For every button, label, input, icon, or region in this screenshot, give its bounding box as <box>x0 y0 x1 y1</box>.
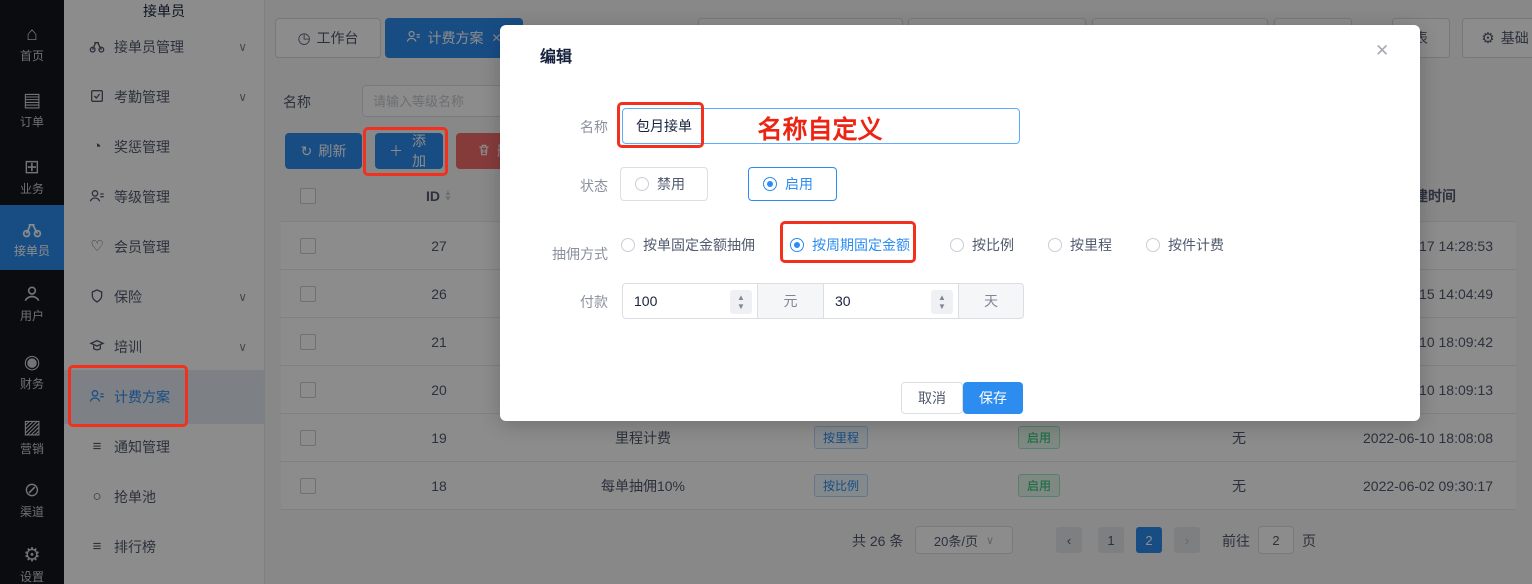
name-label: 名称 <box>508 117 608 137</box>
period-input[interactable]: 30 ▲▼ <box>823 283 959 319</box>
payment-label: 付款 <box>508 292 608 312</box>
edit-dialog: 编辑 ✕ 名称 包月接单 状态 禁用 启用 抽佣方式 按单固定金额抽佣按周期固定… <box>500 25 1420 421</box>
radio-icon <box>621 238 635 252</box>
commission-option-3[interactable]: 按比例 <box>950 235 1014 255</box>
commission-option-2[interactable]: 按周期固定金额 <box>790 235 910 255</box>
cancel-button[interactable]: 取消 <box>901 382 963 414</box>
save-button[interactable]: 保存 <box>963 382 1023 414</box>
amount-input[interactable]: 100 ▲▼ <box>622 283 758 319</box>
dialog-title: 编辑 <box>540 43 572 67</box>
radio-icon <box>635 177 649 191</box>
commission-option-label: 按单固定金额抽佣 <box>643 235 755 255</box>
status-label: 状态 <box>508 176 608 196</box>
radio-icon <box>790 238 804 252</box>
radio-icon <box>1048 238 1062 252</box>
radio-icon <box>950 238 964 252</box>
commission-option-5[interactable]: 按件计费 <box>1146 235 1224 255</box>
dialog-close-icon[interactable]: ✕ <box>1375 41 1389 61</box>
amount-unit: 元 <box>758 283 823 319</box>
commission-option-1[interactable]: 按单固定金额抽佣 <box>621 235 755 255</box>
period-stepper[interactable]: ▲▼ <box>931 290 953 314</box>
commission-option-4[interactable]: 按里程 <box>1048 235 1112 255</box>
status-option-disabled[interactable]: 禁用 <box>620 167 708 201</box>
radio-icon <box>763 177 777 191</box>
commission-option-label: 按比例 <box>972 235 1014 255</box>
commission-option-label: 按里程 <box>1070 235 1112 255</box>
annotation-text: 名称自定义 <box>740 110 900 146</box>
period-unit: 天 <box>959 283 1024 319</box>
commission-option-label: 按周期固定金额 <box>812 235 910 255</box>
status-option-enabled[interactable]: 启用 <box>748 167 837 201</box>
amount-stepper[interactable]: ▲▼ <box>730 290 752 314</box>
commission-label: 抽佣方式 <box>508 244 608 264</box>
radio-icon <box>1146 238 1160 252</box>
commission-option-label: 按件计费 <box>1168 235 1224 255</box>
page: ⌂首页▤订单⊞业务接单员用户◉财务▨营销⊘渠道⚙设置 接单员 接单员管理∨考勤管… <box>0 0 1532 584</box>
